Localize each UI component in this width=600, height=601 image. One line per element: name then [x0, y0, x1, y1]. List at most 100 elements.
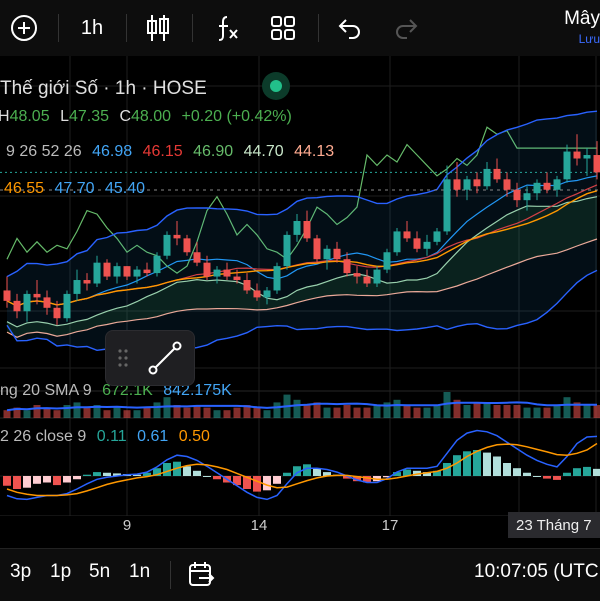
macd-histogram-bar — [23, 476, 31, 488]
candle — [114, 266, 121, 276]
macd-histogram-bar — [83, 475, 91, 476]
volume-bar — [34, 405, 41, 418]
range-5n[interactable]: 5n — [89, 561, 110, 583]
change-value: +0.20 (+0.42%) — [182, 108, 292, 125]
macd-params: 2 26 close 9 — [0, 428, 86, 445]
trend-line-icon[interactable] — [150, 343, 181, 374]
candle — [134, 270, 141, 277]
bollinger-legend[interactable]: 46.55 47.70 45.40 — [4, 180, 151, 198]
drag-handle-icon[interactable] — [118, 349, 127, 366]
interval-button[interactable]: 1h — [72, 10, 112, 46]
macd-histogram-bar — [193, 471, 201, 476]
macd-histogram-bar — [513, 468, 521, 476]
volume-bar — [594, 405, 600, 418]
volume-bar — [134, 410, 141, 418]
candle — [344, 259, 351, 273]
macd-histogram-bar — [253, 476, 261, 492]
go-to-date-button[interactable] — [186, 559, 216, 594]
range-3p[interactable]: 3p — [10, 561, 31, 583]
volume-bar — [464, 405, 471, 418]
volume-bar — [364, 408, 371, 418]
layouts-button[interactable] — [266, 10, 300, 46]
macd-histogram-bar — [3, 476, 11, 486]
candle — [354, 273, 361, 276]
macd-histogram-bar — [583, 467, 591, 476]
volume-bar — [544, 408, 551, 418]
cloud-title: Mây — [564, 8, 600, 30]
volume-bar — [474, 402, 481, 418]
macd-histogram-bar — [273, 476, 281, 484]
volume-bar — [204, 408, 211, 418]
volume-bar — [404, 405, 411, 418]
candle — [244, 280, 251, 290]
macd-histogram-bar — [553, 476, 561, 480]
candle — [104, 263, 111, 277]
ichimoku-lagging: 46.90 — [193, 143, 233, 160]
candle — [174, 235, 181, 238]
ichimoku-legend[interactable]: 9 26 52 26 46.98 46.15 46.90 44.70 44.13 — [6, 143, 340, 161]
undo-button[interactable] — [334, 10, 366, 46]
candle — [274, 266, 281, 290]
redo-button[interactable] — [390, 10, 422, 46]
macd-histogram-bar — [183, 466, 191, 476]
drawing-toolbar[interactable] — [105, 330, 195, 386]
macd-histogram-bar — [543, 476, 551, 479]
volume-bar — [494, 405, 501, 418]
volume-bar — [554, 405, 561, 418]
time-tick-label: 17 — [382, 517, 399, 534]
high-label: H — [0, 108, 10, 125]
price-chart[interactable]: 9141723 Tháng 7 — [0, 56, 600, 544]
macd-histogram-bar — [473, 450, 481, 476]
candle — [474, 179, 481, 186]
volume-bar — [74, 402, 81, 418]
candle — [424, 242, 431, 249]
macd-histogram-bar — [503, 463, 511, 476]
candle — [154, 256, 161, 273]
volume-bar — [214, 410, 221, 418]
volume-bar — [254, 408, 261, 418]
candle — [374, 270, 381, 284]
market-status-indicator[interactable] — [262, 72, 290, 100]
candle — [184, 238, 191, 252]
range-1p[interactable]: 1p — [50, 561, 71, 583]
range-1n[interactable]: 1n — [129, 561, 150, 583]
volume-bar — [344, 405, 351, 418]
volume-bar — [144, 408, 151, 418]
candle — [464, 179, 471, 189]
volume-bar — [154, 402, 161, 418]
bb-upper: 47.70 — [55, 180, 95, 197]
add-symbol-button[interactable] — [6, 10, 42, 46]
ohlc-legend: H48.05 L47.35 C48.00 +0.20 (+0.42%) — [0, 108, 298, 126]
candle — [454, 179, 461, 189]
candle — [54, 308, 61, 318]
volume-bar — [184, 408, 191, 418]
candle — [94, 263, 101, 284]
ichimoku-base: 46.15 — [143, 143, 183, 160]
clock-timezone[interactable]: 10:07:05 (UTC — [474, 561, 599, 583]
volume-bar — [164, 397, 171, 418]
candle — [234, 277, 241, 280]
macd-legend[interactable]: 2 26 close 9 0.11 0.61 0.50 — [0, 428, 216, 446]
candle — [304, 221, 311, 238]
indicators-button[interactable] — [210, 10, 244, 46]
chart-type-button[interactable] — [142, 10, 174, 46]
volume-bar — [324, 408, 331, 418]
candle — [214, 270, 221, 277]
volume-bar — [484, 402, 491, 418]
macd-histogram-value: 0.11 — [97, 428, 127, 445]
symbol-title[interactable]: Thế giới Số · 1h · HOSE — [0, 78, 207, 100]
candle — [544, 183, 551, 190]
candle — [44, 297, 51, 307]
ichimoku-span-a: 44.70 — [244, 143, 284, 160]
volume-bar — [524, 408, 531, 418]
candle — [594, 155, 600, 172]
close-value: 48.00 — [131, 108, 171, 125]
volume-bar — [564, 397, 571, 418]
candle — [554, 179, 561, 189]
candle — [74, 280, 81, 294]
candle — [254, 290, 261, 297]
cloud-save-button[interactable]: Mây Lưu — [564, 8, 600, 46]
macd-histogram-bar — [263, 476, 271, 490]
candle — [574, 152, 581, 159]
volume-bar — [414, 408, 421, 418]
